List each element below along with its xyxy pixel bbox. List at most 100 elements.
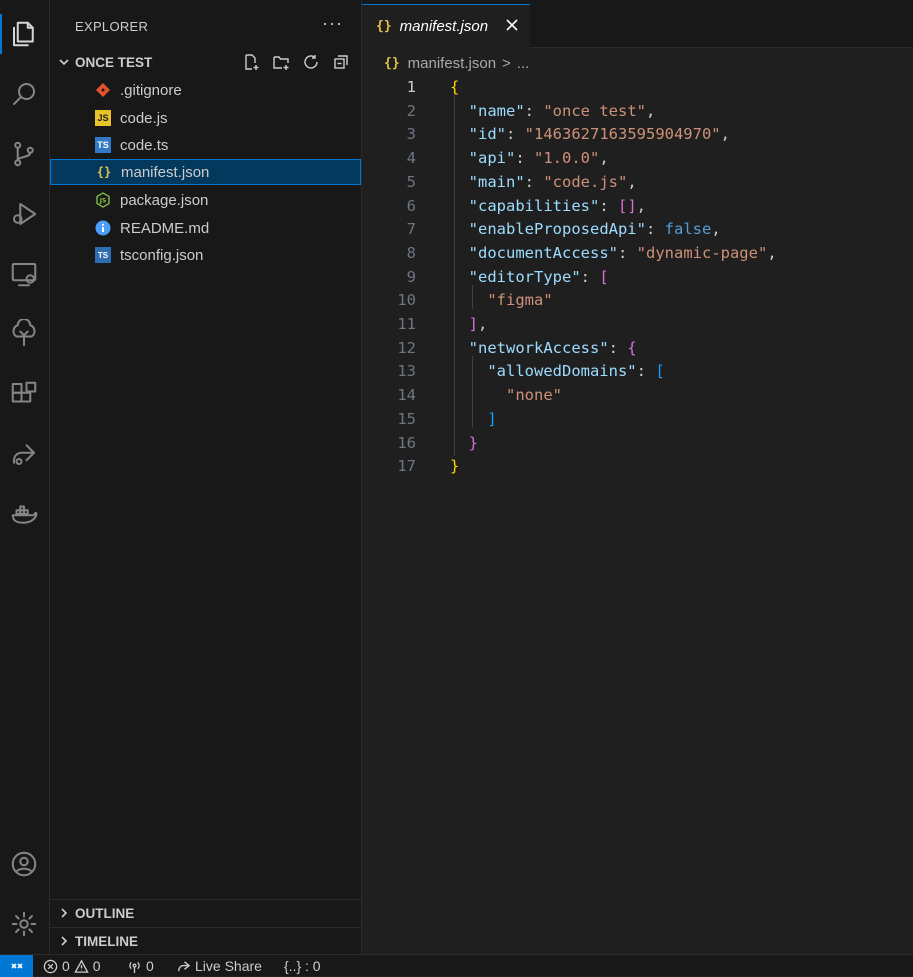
tab-label: manifest.json [399, 18, 489, 35]
more-actions-icon[interactable]: ··· [322, 13, 343, 34]
activity-bar [0, 0, 50, 954]
code-line: "capabilities": [], [468, 196, 647, 215]
file-name: README.md [120, 219, 210, 237]
file-readme-md[interactable]: README.md [50, 215, 361, 241]
json-key: "id" [468, 125, 506, 144]
breadcrumb-more[interactable]: ... [517, 55, 530, 72]
info-icon [95, 220, 111, 236]
tree-icon[interactable] [0, 310, 48, 358]
problems-indicator[interactable]: 0 0 [43, 956, 101, 976]
line-number: 7 [406, 220, 416, 239]
code-line: "figma" [450, 289, 553, 313]
file-name: code.ts [120, 136, 169, 154]
code-line: ], [468, 315, 488, 333]
json-string: "once test" [543, 101, 646, 120]
line-number: 5 [406, 172, 416, 191]
code-line: "allowedDomains": [ [487, 362, 665, 381]
new-file-icon[interactable] [239, 50, 263, 74]
section-label: TIMELINE [75, 933, 138, 949]
docker-icon[interactable] [0, 490, 48, 538]
json-string: "figma" [487, 291, 553, 310]
svg-text:JS: JS [99, 198, 107, 205]
file-manifest-json[interactable]: {} manifest.json [50, 159, 361, 185]
file-tsconfig-json[interactable]: TS tsconfig.json [50, 242, 361, 268]
chevron-right-icon [57, 934, 71, 948]
account-icon[interactable] [0, 840, 48, 888]
code-line: { [450, 78, 460, 96]
folder-name: ONCE TEST [75, 54, 153, 70]
live-share-label: Live Share [195, 958, 262, 974]
sidebar-title: EXPLORER [75, 19, 149, 34]
json-key: "enableProposedApi" [468, 220, 646, 239]
line-number: 14 [397, 386, 416, 405]
line-number: 11 [397, 315, 416, 333]
settings-gear-icon[interactable] [0, 900, 48, 948]
code-line: "documentAccess": "dynamic-page", [468, 243, 777, 262]
json-key: "documentAccess" [468, 243, 618, 262]
file-name: manifest.json [121, 163, 210, 181]
file-code-ts[interactable]: TS code.ts [50, 132, 361, 158]
collapse-all-icon[interactable] [329, 50, 353, 74]
timeline-section[interactable]: TIMELINE [50, 927, 361, 954]
code-line: } [468, 433, 479, 452]
file-name: code.js [120, 109, 168, 127]
json-boolean: false [664, 220, 712, 239]
file-gitignore[interactable]: .gitignore [50, 77, 361, 103]
json-key: "capabilities" [468, 196, 600, 215]
live-share-icon[interactable] [0, 430, 48, 478]
code-line: "main": "code.js", [468, 172, 637, 191]
code-editor[interactable]: 1 2 3 4 5 6 7 8 9 10 11 12 13 14 15 16 1… [362, 76, 913, 476]
js-icon: JS [95, 110, 111, 126]
new-folder-icon[interactable] [269, 50, 293, 74]
run-debug-icon[interactable] [0, 190, 48, 238]
extensions-icon[interactable] [0, 370, 48, 418]
warning-icon [74, 958, 89, 973]
explorer-sidebar: EXPLORER ··· ONCE TEST .gitignore JS cod… [50, 0, 362, 954]
broadcast-icon [129, 961, 140, 973]
live-share-status[interactable]: Live Share [176, 956, 262, 976]
tsconfig-icon: TS [95, 247, 111, 263]
remote-indicator-icon[interactable] [0, 955, 33, 977]
json-key: "name" [468, 101, 525, 120]
json-key: "editorType" [468, 267, 581, 286]
json-key: "networkAccess" [468, 338, 609, 357]
close-icon[interactable] [504, 17, 520, 33]
file-code-js[interactable]: JS code.js [50, 105, 361, 131]
editor-tab-bar: {} manifest.json [362, 0, 913, 48]
search-icon[interactable] [0, 70, 48, 118]
line-number: 3 [406, 125, 416, 144]
code-line: "editorType": [ [468, 267, 609, 286]
line-number: 2 [406, 101, 416, 120]
source-control-icon[interactable] [0, 130, 48, 178]
tab-manifest-json[interactable]: {} manifest.json [362, 4, 530, 48]
code-line: "api": "1.0.0", [468, 149, 609, 168]
json-status-label: {..} : 0 [284, 958, 321, 974]
json-string: "none" [506, 386, 562, 405]
refresh-icon[interactable] [299, 50, 323, 74]
code-line: "none" [450, 384, 562, 408]
code-line: ] [487, 409, 497, 428]
code-line: "networkAccess": { [468, 338, 637, 357]
git-icon [95, 82, 111, 98]
section-label: OUTLINE [75, 905, 135, 921]
remote-explorer-icon[interactable] [0, 250, 48, 298]
error-count: 0 [62, 958, 70, 974]
code-line: } [450, 457, 460, 476]
file-name: package.json [120, 191, 209, 209]
warning-count: 0 [92, 958, 101, 974]
line-number: 10 [397, 291, 416, 310]
json-key: "main" [468, 172, 525, 191]
error-icon [43, 959, 58, 973]
ts-icon: TS [95, 137, 111, 153]
folder-header[interactable]: ONCE TEST [50, 50, 361, 74]
code-line: "name": "once test", [468, 101, 656, 120]
line-number: 4 [406, 149, 416, 168]
explorer-icon[interactable] [0, 10, 48, 58]
file-package-json[interactable]: JS package.json [50, 187, 361, 213]
breadcrumb-file[interactable]: manifest.json [408, 55, 496, 72]
outline-section[interactable]: OUTLINE [50, 899, 361, 926]
line-number: 16 [397, 433, 416, 452]
ports-indicator[interactable]: 0 [127, 956, 154, 976]
json-status[interactable]: {..} : 0 [284, 956, 321, 976]
node-icon: JS [95, 192, 111, 208]
